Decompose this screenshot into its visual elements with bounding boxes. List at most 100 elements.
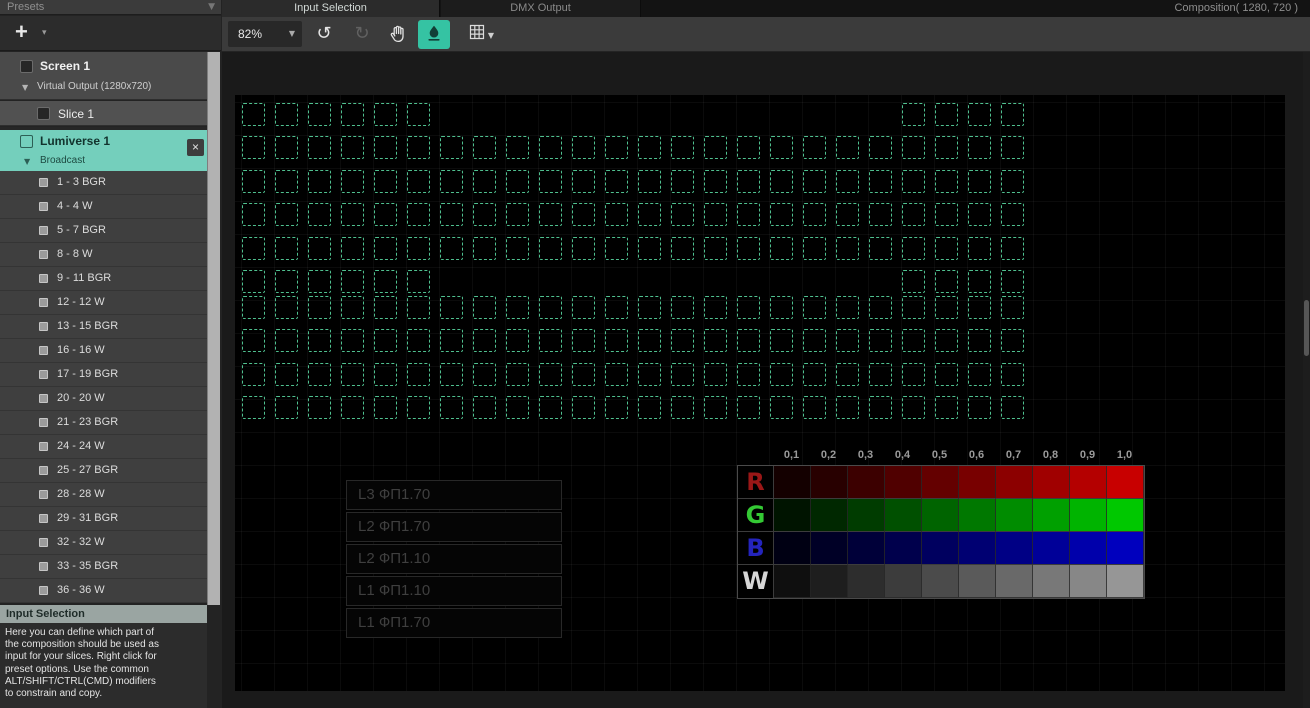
- fixture-cell[interactable]: [803, 136, 826, 159]
- rgbw-cell[interactable]: [848, 565, 885, 598]
- fixture-cell[interactable]: [836, 296, 859, 319]
- fixture-cell[interactable]: [671, 136, 694, 159]
- fixture-cell[interactable]: [836, 396, 859, 419]
- fixture-cell[interactable]: [506, 363, 529, 386]
- fixture-cell[interactable]: [770, 170, 793, 193]
- fixture-cell[interactable]: [671, 237, 694, 260]
- fixture-cell[interactable]: [869, 329, 892, 352]
- undo-button[interactable]: ↺: [308, 20, 340, 49]
- fixture-cell[interactable]: [638, 396, 661, 419]
- collapse-triangle-icon[interactable]: ▼: [22, 83, 28, 92]
- fixture-item[interactable]: 21 - 23 BGR: [0, 411, 207, 435]
- composition-canvas[interactable]: L3 ФП1.70L2 ФП1.70L2 ФП1.10L1 ФП1.10L1 Ф…: [235, 95, 1285, 691]
- fixture-cell[interactable]: [737, 136, 760, 159]
- fixture-cell[interactable]: [308, 396, 331, 419]
- fixture-cell[interactable]: [539, 136, 562, 159]
- fixture-cell[interactable]: [407, 396, 430, 419]
- fixture-cell[interactable]: [572, 296, 595, 319]
- fixture-cell[interactable]: [836, 136, 859, 159]
- presets-dropdown[interactable]: Presets ▼: [0, 0, 221, 15]
- fixture-cell[interactable]: [341, 203, 364, 226]
- fixture-cell[interactable]: [539, 170, 562, 193]
- fixture-cell[interactable]: [836, 170, 859, 193]
- fixture-cell[interactable]: [341, 170, 364, 193]
- rgbw-cell[interactable]: [811, 565, 848, 598]
- rgbw-cell[interactable]: [996, 466, 1033, 499]
- tab-dmx-output[interactable]: DMX Output: [441, 0, 641, 17]
- rgbw-cell[interactable]: [1033, 499, 1070, 532]
- fixture-cell[interactable]: [275, 103, 298, 126]
- fixture-cell[interactable]: [374, 136, 397, 159]
- rgbw-cell[interactable]: [996, 532, 1033, 565]
- fixture-cell[interactable]: [836, 329, 859, 352]
- fixture-cell[interactable]: [374, 363, 397, 386]
- fixture-cell[interactable]: [440, 237, 463, 260]
- fixture-cell[interactable]: [704, 237, 727, 260]
- fixture-cell[interactable]: [374, 270, 397, 293]
- fixture-cell[interactable]: [308, 203, 331, 226]
- level-label-box[interactable]: L3 ФП1.70: [346, 480, 562, 510]
- fixture-cell[interactable]: [803, 329, 826, 352]
- fixture-cell[interactable]: [341, 103, 364, 126]
- fixture-cell[interactable]: [242, 237, 265, 260]
- fixture-cell[interactable]: [869, 296, 892, 319]
- fixture-cell[interactable]: [1001, 396, 1024, 419]
- fixture-item[interactable]: 25 - 27 BGR: [0, 459, 207, 483]
- fixture-cell[interactable]: [275, 270, 298, 293]
- fixture-cell[interactable]: [869, 237, 892, 260]
- collapse-triangle-icon[interactable]: ▼: [24, 157, 30, 166]
- fixture-cell[interactable]: [671, 329, 694, 352]
- fixture-item[interactable]: 9 - 11 BGR: [0, 267, 207, 291]
- fixture-cell[interactable]: [902, 296, 925, 319]
- fixture-cell[interactable]: [308, 363, 331, 386]
- fixture-cell[interactable]: [737, 329, 760, 352]
- fixture-cell[interactable]: [605, 203, 628, 226]
- fixture-cell[interactable]: [572, 396, 595, 419]
- fixture-cell[interactable]: [935, 363, 958, 386]
- slice-checkbox[interactable]: [37, 107, 50, 120]
- fixture-cell[interactable]: [803, 363, 826, 386]
- fixture-cell[interactable]: [275, 170, 298, 193]
- fixture-cell[interactable]: [440, 203, 463, 226]
- fixture-cell[interactable]: [638, 296, 661, 319]
- fixture-cell[interactable]: [671, 296, 694, 319]
- fixture-cell[interactable]: [407, 363, 430, 386]
- fixture-cell[interactable]: [473, 363, 496, 386]
- fixture-item[interactable]: 13 - 15 BGR: [0, 315, 207, 339]
- fixture-cell[interactable]: [473, 170, 496, 193]
- fixture-cell[interactable]: [869, 203, 892, 226]
- rgbw-cell[interactable]: [922, 466, 959, 499]
- fixture-cell[interactable]: [473, 296, 496, 319]
- fixture-cell[interactable]: [671, 203, 694, 226]
- fixture-cell[interactable]: [374, 103, 397, 126]
- fixture-cell[interactable]: [968, 103, 991, 126]
- rgbw-cell[interactable]: [1070, 499, 1107, 532]
- rgbw-cell[interactable]: [1033, 565, 1070, 598]
- fixture-cell[interactable]: [242, 296, 265, 319]
- fixture-cell[interactable]: [638, 136, 661, 159]
- rgbw-cell[interactable]: [774, 565, 811, 598]
- fixture-cell[interactable]: [275, 136, 298, 159]
- rgbw-cell[interactable]: [848, 499, 885, 532]
- zoom-dropdown[interactable]: 82% ▼: [228, 21, 302, 47]
- fixture-cell[interactable]: [902, 329, 925, 352]
- fixture-cell[interactable]: [1001, 203, 1024, 226]
- fixture-cell[interactable]: [935, 103, 958, 126]
- rgbw-cell[interactable]: [774, 532, 811, 565]
- fixture-cell[interactable]: [242, 396, 265, 419]
- rgbw-cell[interactable]: [959, 466, 996, 499]
- fixture-item[interactable]: 20 - 20 W: [0, 387, 207, 411]
- fixture-cell[interactable]: [440, 170, 463, 193]
- fixture-cell[interactable]: [242, 170, 265, 193]
- fixture-item[interactable]: 36 - 36 W: [0, 579, 207, 603]
- fixture-cell[interactable]: [968, 363, 991, 386]
- fixture-cell[interactable]: [506, 329, 529, 352]
- fixture-cell[interactable]: [605, 329, 628, 352]
- fixture-cell[interactable]: [770, 296, 793, 319]
- fixture-cell[interactable]: [902, 136, 925, 159]
- fixture-cell[interactable]: [737, 237, 760, 260]
- fixture-item[interactable]: 32 - 32 W: [0, 531, 207, 555]
- fixture-cell[interactable]: [341, 363, 364, 386]
- fixture-cell[interactable]: [704, 170, 727, 193]
- fixture-cell[interactable]: [605, 296, 628, 319]
